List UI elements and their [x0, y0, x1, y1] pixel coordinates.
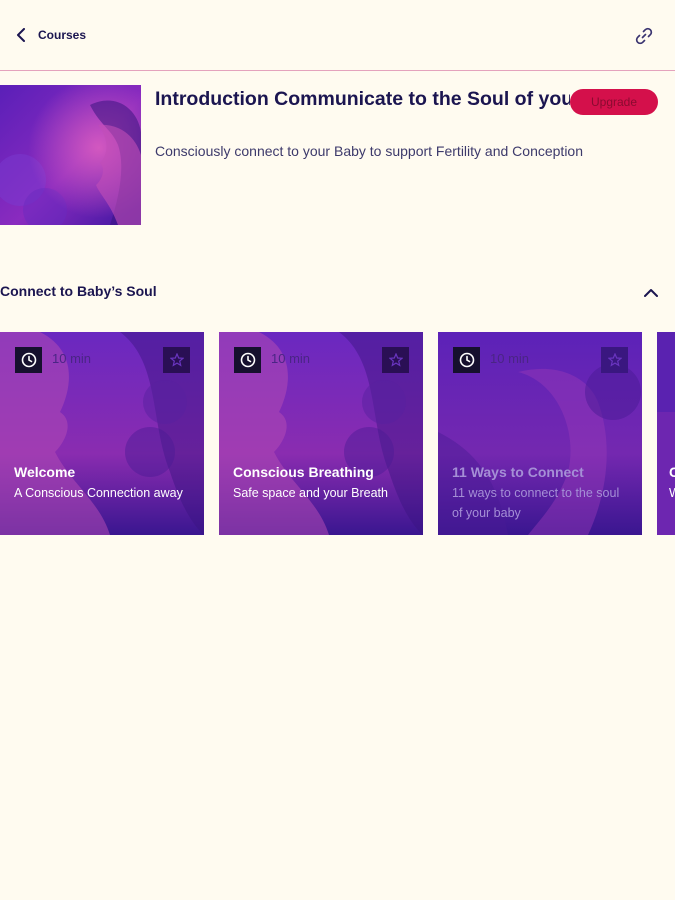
star-icon	[607, 353, 622, 367]
lesson-title: C	[669, 464, 675, 480]
course-cover-image	[0, 85, 141, 225]
lesson-card-partial[interactable]: C W	[657, 332, 675, 535]
top-bar: Courses	[0, 0, 675, 71]
lesson-duration: 10 min	[52, 351, 92, 366]
favorite-star-button[interactable]	[163, 347, 190, 373]
card-image	[657, 332, 675, 535]
lesson-card-11-ways[interactable]: 10 min 11 Ways to Connect 11 ways to con…	[438, 332, 642, 535]
lesson-subtitle: 11 ways to connect to the soul of your b…	[452, 486, 620, 520]
lesson-title: Conscious Breathing	[233, 464, 374, 480]
favorite-star-button[interactable]	[382, 347, 409, 373]
lesson-duration: 10 min	[490, 351, 530, 366]
star-icon	[169, 353, 184, 367]
lesson-duration: 10 min	[271, 351, 311, 366]
back-button[interactable]: Courses	[14, 22, 86, 48]
clock-icon	[15, 347, 42, 373]
lesson-subtitle: A Conscious Connection away	[14, 486, 183, 500]
star-icon	[388, 353, 403, 367]
course-subtitle: Consciously connect to your Baby to supp…	[155, 143, 584, 159]
favorite-star-button[interactable]	[601, 347, 628, 373]
chevron-up-icon	[644, 288, 658, 298]
lesson-title: Welcome	[14, 464, 76, 480]
link-icon	[634, 26, 654, 46]
lesson-subtitle: Safe space and your Breath	[233, 486, 388, 500]
course-title: Introduction Communicate to the Soul of …	[155, 88, 570, 110]
clock-icon	[453, 347, 480, 373]
lesson-title: 11 Ways to Connect	[452, 464, 584, 480]
lesson-subtitle: W	[669, 486, 675, 500]
section-title: Connect to Baby’s Soul	[0, 283, 157, 299]
chevron-left-icon	[14, 28, 28, 42]
lesson-card-welcome[interactable]: 10 min Welcome A Conscious Connection aw…	[0, 332, 204, 535]
collapse-section-button[interactable]	[640, 282, 662, 304]
lesson-card-conscious-breathing[interactable]: 10 min Conscious Breathing Safe space an…	[219, 332, 423, 535]
back-label: Courses	[38, 28, 87, 42]
upgrade-button[interactable]: Upgrade	[570, 89, 658, 115]
clock-icon	[234, 347, 261, 373]
share-link-button[interactable]	[630, 22, 658, 50]
